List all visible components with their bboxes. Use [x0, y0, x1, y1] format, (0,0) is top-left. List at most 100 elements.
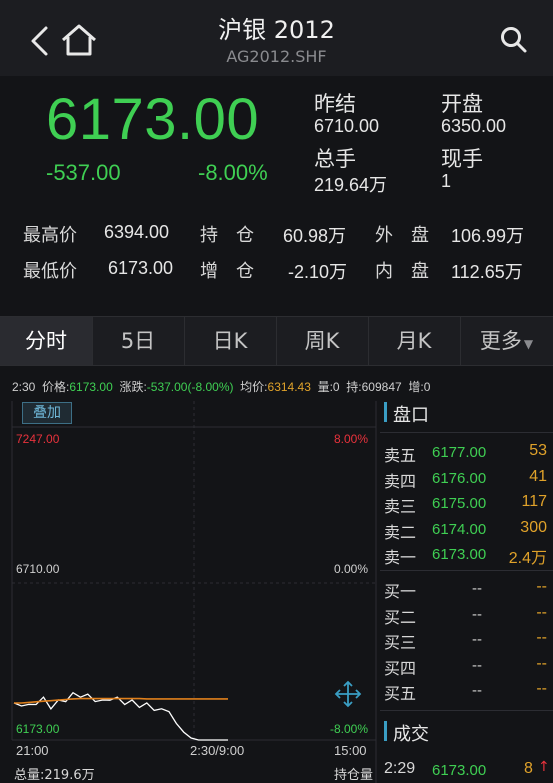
low-label: 最低价	[23, 261, 77, 282]
price-change-pct: -8.00%	[198, 160, 268, 185]
oi-change-label: 增 仓	[200, 261, 254, 282]
bids-level-label: 买三	[384, 633, 417, 652]
bids-level-label: 买四	[384, 658, 417, 678]
info-avg-label: 均价:	[240, 380, 268, 394]
bids-level-volume: --	[536, 603, 547, 621]
asks-level-price: 6176.00	[432, 469, 487, 487]
caret-down-icon: ▼	[523, 337, 534, 351]
asks-level-volume: 300	[520, 518, 547, 536]
order-book-divider-top	[380, 432, 553, 433]
oi-value: 60.98万	[283, 226, 347, 246]
trade-price: 6173.00	[432, 762, 487, 779]
oi-change-value: -2.10万	[288, 262, 348, 282]
tab-monthly-k[interactable]: 月K	[368, 317, 461, 365]
trade-time: 2:29	[384, 760, 416, 777]
y-axis-top-label: 7247.00	[16, 432, 60, 446]
info-vol: 0	[332, 380, 340, 394]
current-volume-label: 现手	[441, 147, 483, 171]
info-price: 6173.00	[69, 380, 113, 394]
asks-level-label: 卖五	[384, 446, 417, 465]
asks-level-label: 卖四	[384, 471, 417, 491]
outer-value: 106.99万	[451, 226, 525, 246]
asks-level-volume: 2.4万	[508, 550, 547, 567]
tab-intraday[interactable]: 分时	[0, 317, 93, 365]
pct-axis-top-label: 8.00%	[334, 432, 369, 446]
x-axis-start-label: 21:00	[16, 743, 49, 758]
bids-level-price: --	[472, 682, 482, 699]
bids-level-label: 买二	[384, 607, 417, 627]
open-value: 6350.00	[441, 116, 507, 136]
order-book-marker	[384, 402, 387, 422]
asks-level-label: 卖一	[384, 548, 417, 567]
outer-label: 外 盘	[375, 225, 429, 246]
last-price: 6173.00	[46, 87, 260, 152]
x-axis-end-label: 15:00	[334, 743, 367, 758]
high-label: 最高价	[23, 225, 77, 246]
open-label: 开盘	[441, 92, 483, 116]
instrument-code: AG2012.SHF	[226, 47, 327, 66]
info-vol-label: 量:	[317, 380, 333, 394]
page-title: 沪银 2012	[218, 16, 335, 44]
tab-weekly-k[interactable]: 周K	[276, 317, 369, 365]
trade-direction-icon: ↑	[538, 759, 550, 775]
asks-level-price: 6175.00	[432, 495, 487, 512]
y-axis-mid-label: 6710.00	[16, 562, 60, 576]
info-change-label: 涨跌:	[119, 380, 147, 394]
bids-level-price: --	[472, 605, 482, 623]
tab-daily-k[interactable]: 日K	[184, 317, 277, 365]
total-volume-label: 总手	[314, 147, 356, 171]
high-value: 6394.00	[104, 222, 170, 242]
open-interest-footer: 持仓量	[334, 768, 374, 783]
asks-level-label: 卖二	[384, 522, 417, 542]
low-value: 6173.00	[108, 258, 174, 278]
bids-level-price: --	[472, 656, 482, 674]
inner-label: 内 盘	[375, 261, 429, 282]
x-axis-mid-label: 2:30/9:00	[190, 743, 245, 758]
info-avg: 6314.43	[267, 380, 311, 394]
info-time: 2:30	[12, 380, 36, 394]
asks-level-price: 6177.00	[432, 444, 487, 461]
info-price-label: 价格:	[42, 380, 70, 394]
asks-level-volume: 117	[521, 493, 547, 510]
chart-info-bar: 2:30 价格:6173.00 涨跌:-537.00(-8.00%) 均价:63…	[12, 378, 430, 395]
total-volume-value: 219.64万	[314, 175, 388, 195]
current-volume-value: 1	[441, 171, 452, 191]
bids-level-price: --	[472, 631, 482, 648]
info-oi: 609847	[361, 380, 402, 394]
prev-settle-value: 6710.00	[314, 116, 380, 136]
tab-more[interactable]: 更多 ▼	[460, 317, 553, 365]
prev-settle-label: 昨结	[314, 92, 356, 116]
fullscreen-expand-icon[interactable]	[334, 680, 362, 708]
bids-level-label: 买一	[384, 582, 417, 601]
search-icon[interactable]	[500, 26, 528, 54]
order-book-title: 盘口	[393, 405, 429, 426]
pct-axis-mid-label: 0.00%	[334, 562, 369, 576]
period-tabs: 分时 5日 日K 周K 月K 更多 ▼	[0, 316, 553, 366]
info-inc-label: 增:	[408, 380, 424, 394]
bids-level-volume: --	[536, 578, 547, 595]
bids-level-label: 买五	[384, 684, 417, 703]
bids-level-volume: --	[536, 680, 547, 697]
trades-title: 成交	[393, 724, 429, 745]
asks-level-volume: 41	[529, 467, 547, 485]
total-volume-footer: 总量:219.6万	[14, 768, 95, 783]
info-change: -537.00(-8.00%)	[146, 380, 234, 394]
order-book-divider-mid	[380, 570, 553, 571]
trades-marker	[384, 721, 387, 741]
tab-more-label: 更多	[479, 329, 522, 353]
pct-axis-bottom-label: -8.00%	[330, 722, 369, 736]
bids-level-price: --	[472, 580, 482, 597]
asks-level-volume: 53	[529, 442, 547, 459]
info-inc: 0	[423, 380, 431, 394]
trade-volume: 8	[524, 760, 533, 777]
order-book-divider-bottom	[380, 710, 553, 711]
asks-level-label: 卖三	[384, 497, 417, 516]
asks-level-price: 6173.00	[432, 546, 487, 563]
asks-level-price: 6174.00	[432, 520, 487, 538]
tab-5day[interactable]: 5日	[92, 317, 185, 365]
bids-level-volume: --	[536, 654, 547, 672]
info-oi-label: 持:	[346, 380, 362, 394]
top-nav-bar: 沪银 2012 AG2012.SHF	[0, 0, 553, 76]
oi-label: 持 仓	[200, 225, 254, 246]
inner-value: 112.65万	[451, 262, 523, 282]
